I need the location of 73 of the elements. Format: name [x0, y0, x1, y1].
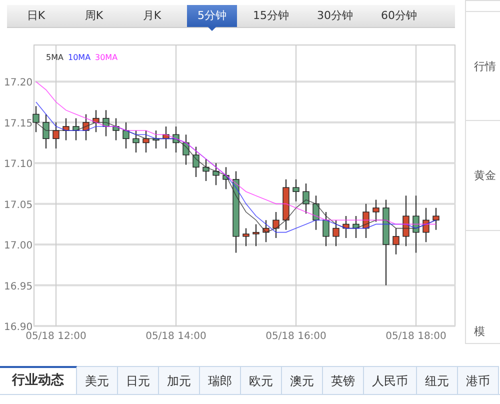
candlestick — [312, 195, 320, 230]
y-axis-label: 17.10 — [4, 159, 33, 170]
candlestick — [362, 203, 370, 239]
category-tab[interactable]: 行业动态 — [0, 366, 77, 394]
category-tab[interactable]: 美元 — [77, 366, 118, 394]
candlestick — [272, 211, 280, 239]
candlestick — [342, 216, 350, 239]
candlestick — [92, 110, 100, 133]
candlestick — [322, 211, 330, 247]
candlestick — [102, 110, 110, 137]
candlestick — [242, 228, 250, 247]
period-tab[interactable]: 30分钟 — [309, 5, 361, 27]
candlestick — [132, 130, 140, 154]
legend-label: 30MA — [95, 53, 118, 62]
candlestick — [172, 126, 180, 154]
candlestick — [332, 220, 340, 247]
period-tab[interactable]: 日K — [13, 5, 59, 27]
panel-heading: 黄金 — [473, 168, 496, 183]
category-tab[interactable]: 澳元 — [282, 366, 323, 394]
candlestick — [82, 114, 90, 141]
x-axis-label: 05/18 14:00 — [146, 331, 206, 342]
candlestick — [192, 146, 200, 178]
candlestick — [302, 182, 310, 214]
y-axis-label: 16.95 — [4, 281, 33, 292]
category-tab[interactable]: 日元 — [118, 366, 159, 394]
candlestick — [222, 166, 230, 190]
period-tab[interactable]: 15分钟 — [245, 5, 297, 27]
y-axis-label: 17.00 — [4, 240, 33, 252]
y-axis-label: 17.15 — [4, 118, 33, 130]
candlestick — [62, 118, 70, 141]
category-tab[interactable]: 欧元 — [241, 366, 282, 394]
category-tab[interactable]: 纽元 — [417, 366, 458, 394]
legend-label: 5MA — [46, 53, 64, 62]
panel-heading: 行情 — [473, 58, 496, 74]
period-tab[interactable]: 60分钟 — [373, 5, 425, 27]
x-axis-label: 05/18 16:00 — [266, 331, 326, 342]
candlestick — [182, 134, 190, 166]
candlestick — [142, 130, 150, 154]
candlestick — [402, 195, 410, 247]
candlestick — [122, 122, 130, 149]
candlestick — [72, 118, 80, 141]
candlestick — [372, 199, 380, 222]
candlestick — [352, 216, 360, 239]
candlestick — [432, 207, 440, 230]
candlestick — [152, 130, 160, 149]
candlestick — [392, 228, 400, 255]
candlestick — [262, 220, 270, 243]
y-axis-label: 17.05 — [4, 200, 33, 211]
candlestick — [202, 158, 210, 182]
candlestick — [162, 126, 170, 149]
legend-label: 10MA — [68, 53, 91, 62]
candlestick — [212, 162, 220, 186]
category-tab[interactable]: 加元 — [159, 366, 200, 394]
x-axis-label: 05/18 12:00 — [26, 331, 86, 342]
candlestick — [422, 207, 430, 243]
candlestick — [282, 178, 290, 230]
candlestick — [412, 195, 420, 254]
period-tab[interactable]: 周K — [71, 5, 117, 27]
candlestick — [42, 114, 50, 149]
candlestick — [32, 106, 40, 133]
category-tab[interactable]: 瑞郎 — [200, 366, 241, 394]
candlestick — [252, 224, 260, 247]
panel-heading: 模 — [473, 324, 485, 339]
category-tab[interactable]: 英镑 — [323, 366, 364, 394]
candlestick — [112, 118, 120, 141]
category-tab[interactable]: 港币 — [458, 366, 499, 394]
candlestick — [52, 122, 60, 149]
y-axis-label: 17.20 — [4, 78, 33, 89]
x-axis-label: 05/18 18:00 — [386, 331, 446, 342]
period-tab[interactable]: 月K — [129, 5, 175, 27]
candlestick — [292, 178, 300, 202]
y-axis-label: 16.90 — [4, 322, 33, 333]
category-tab[interactable]: 人民币 — [364, 366, 417, 394]
